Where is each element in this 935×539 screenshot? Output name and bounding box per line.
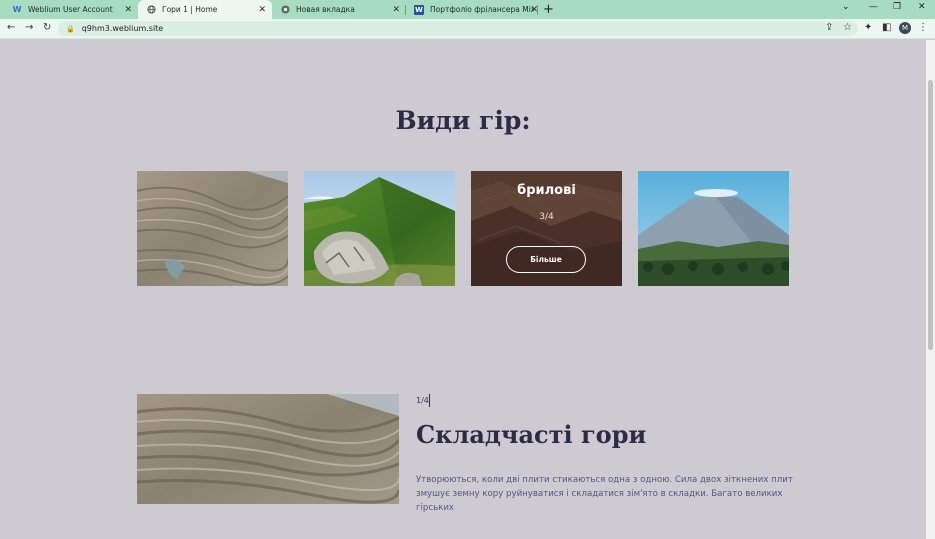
new-tab-icon[interactable]: + [543,2,554,17]
close-window-icon[interactable]: ✕ [918,2,926,12]
extensions-icon[interactable]: ✦ [864,22,872,33]
tab-label: Портфоліо фрілансера Міхту... [430,5,534,14]
chevron-down-icon[interactable]: ⌄ [842,2,850,12]
minimize-icon[interactable]: — [869,2,878,12]
globe-icon [146,5,156,15]
scrollbar[interactable] [926,40,935,539]
back-icon[interactable]: ← [7,22,15,33]
tab-divider [537,5,538,15]
card-counter: 3/4 [539,212,554,222]
text-cursor [429,394,430,407]
chrome-icon [280,5,290,15]
tab-bar: W Weblium User Account ✕ Гори 1 | Home ✕… [0,0,935,19]
tab-label: Weblium User Account [28,5,113,14]
tab-gory-home[interactable]: Гори 1 | Home ✕ [138,0,272,19]
tab-portfolio[interactable]: W Портфоліо фрілансера Міхту... ✕ [406,0,538,19]
restore-icon[interactable]: ❐ [893,2,901,12]
close-icon[interactable]: ✕ [392,5,400,15]
card-title: брилові [517,183,576,198]
forward-icon[interactable]: → [25,22,33,33]
volcano-image [638,171,789,286]
scrollbar-thumb[interactable] [928,80,933,350]
reload-icon[interactable]: ↻ [43,22,51,33]
mountain-card-green[interactable] [304,171,455,286]
more-button[interactable]: Більше [506,246,586,273]
avatar[interactable]: M [899,22,911,34]
mountain-card-folded[interactable] [137,171,288,286]
tab-new[interactable]: Новая вкладка ✕ [272,0,406,19]
url-field[interactable]: 🔒 q9hm3.weblium.site [58,21,858,36]
tab-weblium[interactable]: W Weblium User Account ✕ [4,0,138,19]
share-icon[interactable]: ⇪ [825,22,833,33]
lock-icon[interactable]: 🔒 [66,25,75,33]
folded-mountain-large-image [137,394,399,504]
menu-kebab-icon[interactable]: ⋮ [918,22,928,33]
green-mountain-image [304,171,455,286]
detail-description: Утворюються, коли дві плити стикаються о… [416,475,793,513]
section-heading: Види гір: [395,106,531,135]
close-icon[interactable]: ✕ [258,5,266,15]
close-icon[interactable]: ✕ [124,5,132,15]
folded-mountain-image [137,171,288,286]
url-text: q9hm3.weblium.site [81,24,164,33]
mountain-card-block[interactable]: брилові 3/4 Більше [471,171,622,286]
slide-counter: 1/4 [416,396,429,405]
sidebar-icon[interactable]: ◧ [882,22,891,33]
word-icon: W [414,4,424,15]
detail-title: Складчасті гори [416,420,647,449]
mountain-card-volcano[interactable] [638,171,789,286]
tab-label: Новая вкладка [296,5,355,14]
tab-label: Гори 1 | Home [162,5,218,14]
weblium-icon: W [12,5,22,14]
bookmark-star-icon[interactable]: ☆ [843,22,852,33]
address-bar: ← → ↻ 🔒 q9hm3.weblium.site ⇪ ☆ ✦ ◧ ⋮ [0,19,935,39]
